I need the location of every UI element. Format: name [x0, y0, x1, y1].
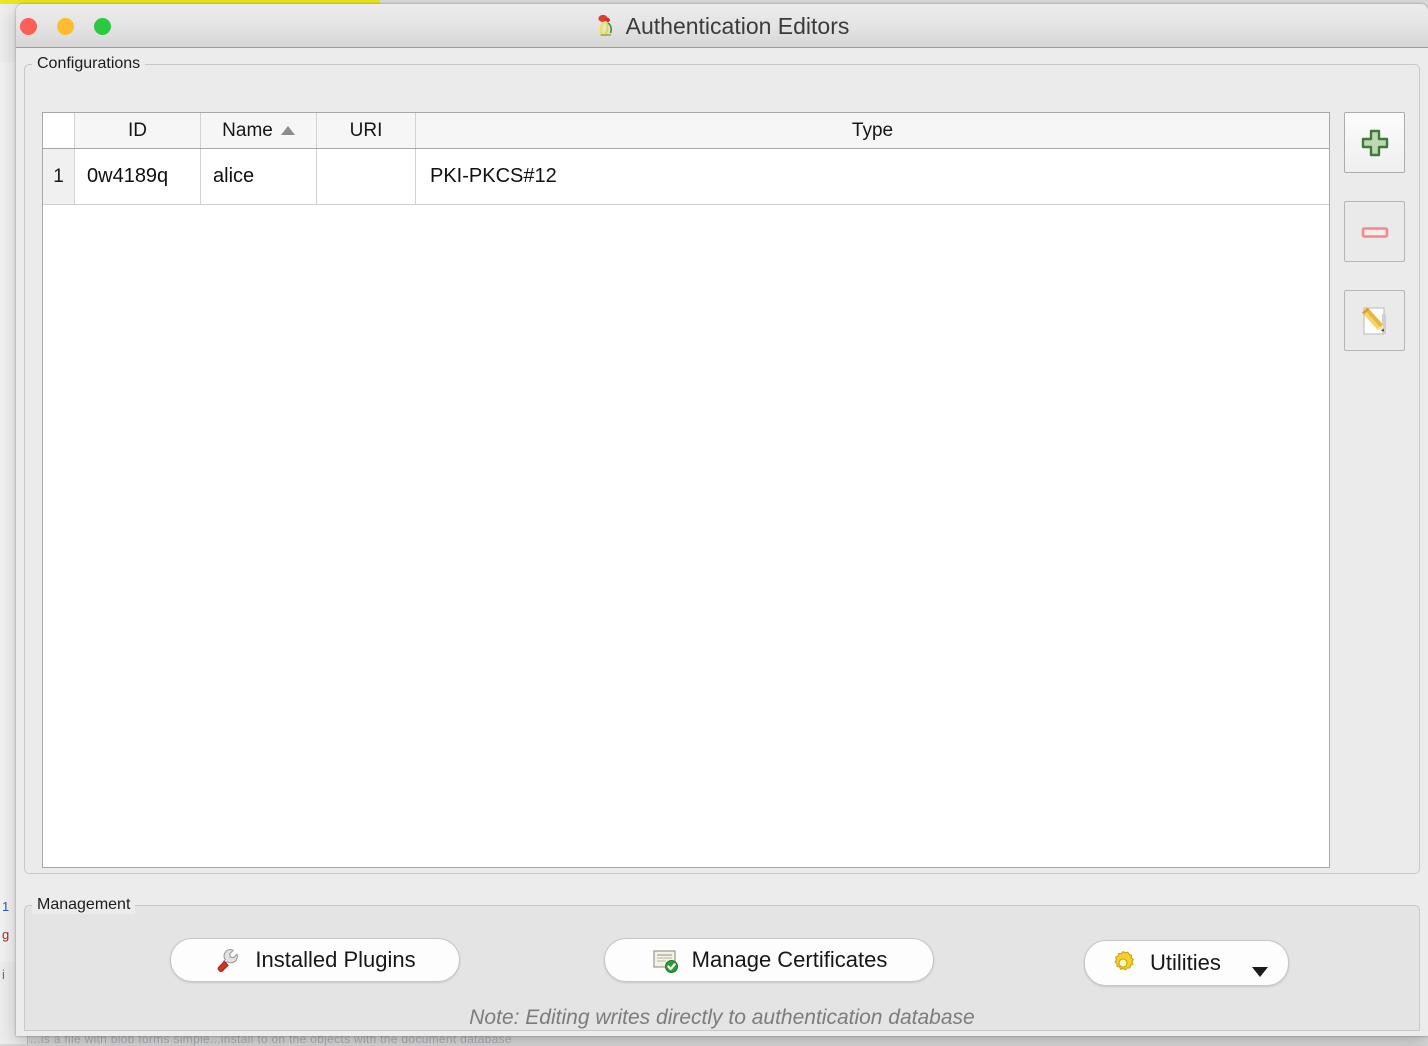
utilities-button[interactable]: Utilities: [1084, 940, 1289, 986]
remove-configuration-button[interactable]: [1344, 201, 1405, 262]
chevron-down-icon[interactable]: [1252, 967, 1268, 977]
table-header-id[interactable]: ID: [75, 113, 201, 148]
table-action-buttons: [1344, 112, 1405, 351]
sort-ascending-icon: [281, 126, 295, 135]
add-configuration-button[interactable]: [1344, 112, 1405, 173]
management-group-label: Management: [32, 896, 135, 914]
minus-icon: [1359, 216, 1391, 248]
gear-icon: [1109, 949, 1137, 977]
configurations-group-label: Configurations: [32, 55, 145, 73]
certificate-check-icon: [651, 946, 679, 974]
editing-note: Note: Editing writes directly to authent…: [16, 1006, 1428, 1030]
authentication-editors-window: Authentication Editors Configurations ID…: [16, 4, 1428, 1036]
table-header-uri[interactable]: URI: [317, 113, 416, 148]
table-row-number: 1: [43, 149, 75, 204]
management-buttons: Installed Plugins Manage Certificates Ut…: [24, 929, 1420, 991]
manage-certificates-label: Manage Certificates: [692, 947, 888, 973]
table-row[interactable]: 1 0w4189q alice PKI-PKCS#12: [43, 149, 1329, 205]
table-header-gutter: [43, 113, 75, 148]
installed-plugins-label: Installed Plugins: [255, 947, 415, 973]
tulip-icon: [595, 14, 617, 38]
table-cell-name: alice: [201, 149, 317, 204]
window-title: Authentication Editors: [626, 13, 850, 40]
table-empty-area: [43, 205, 1329, 868]
table-header-name-label: Name: [222, 120, 273, 142]
manage-certificates-button[interactable]: Manage Certificates: [604, 938, 934, 982]
background-edge-char-2: g: [2, 928, 9, 941]
table-header-row: ID Name URI Type: [43, 113, 1329, 149]
utilities-label: Utilities: [1150, 950, 1221, 976]
table-cell-type: PKI-PKCS#12: [416, 149, 1329, 204]
installed-plugins-button[interactable]: Installed Plugins: [170, 938, 460, 982]
wrench-icon: [214, 946, 242, 974]
plus-icon: [1359, 127, 1391, 159]
table-cell-uri: [317, 149, 416, 204]
window-title-group: Authentication Editors: [16, 4, 1428, 48]
table-header-type[interactable]: Type: [416, 113, 1329, 148]
background-edge-char-1: 1: [2, 900, 9, 913]
background-edge-char-3: i: [2, 968, 5, 981]
window-titlebar[interactable]: Authentication Editors: [16, 4, 1428, 48]
table-header-name[interactable]: Name: [201, 113, 317, 148]
configurations-table[interactable]: ID Name URI Type 1 0w4189q alice PKI-PKC…: [42, 112, 1330, 868]
pencil-icon: [1358, 304, 1392, 338]
edit-configuration-button[interactable]: [1344, 290, 1405, 351]
table-cell-id: 0w4189q: [75, 149, 201, 204]
